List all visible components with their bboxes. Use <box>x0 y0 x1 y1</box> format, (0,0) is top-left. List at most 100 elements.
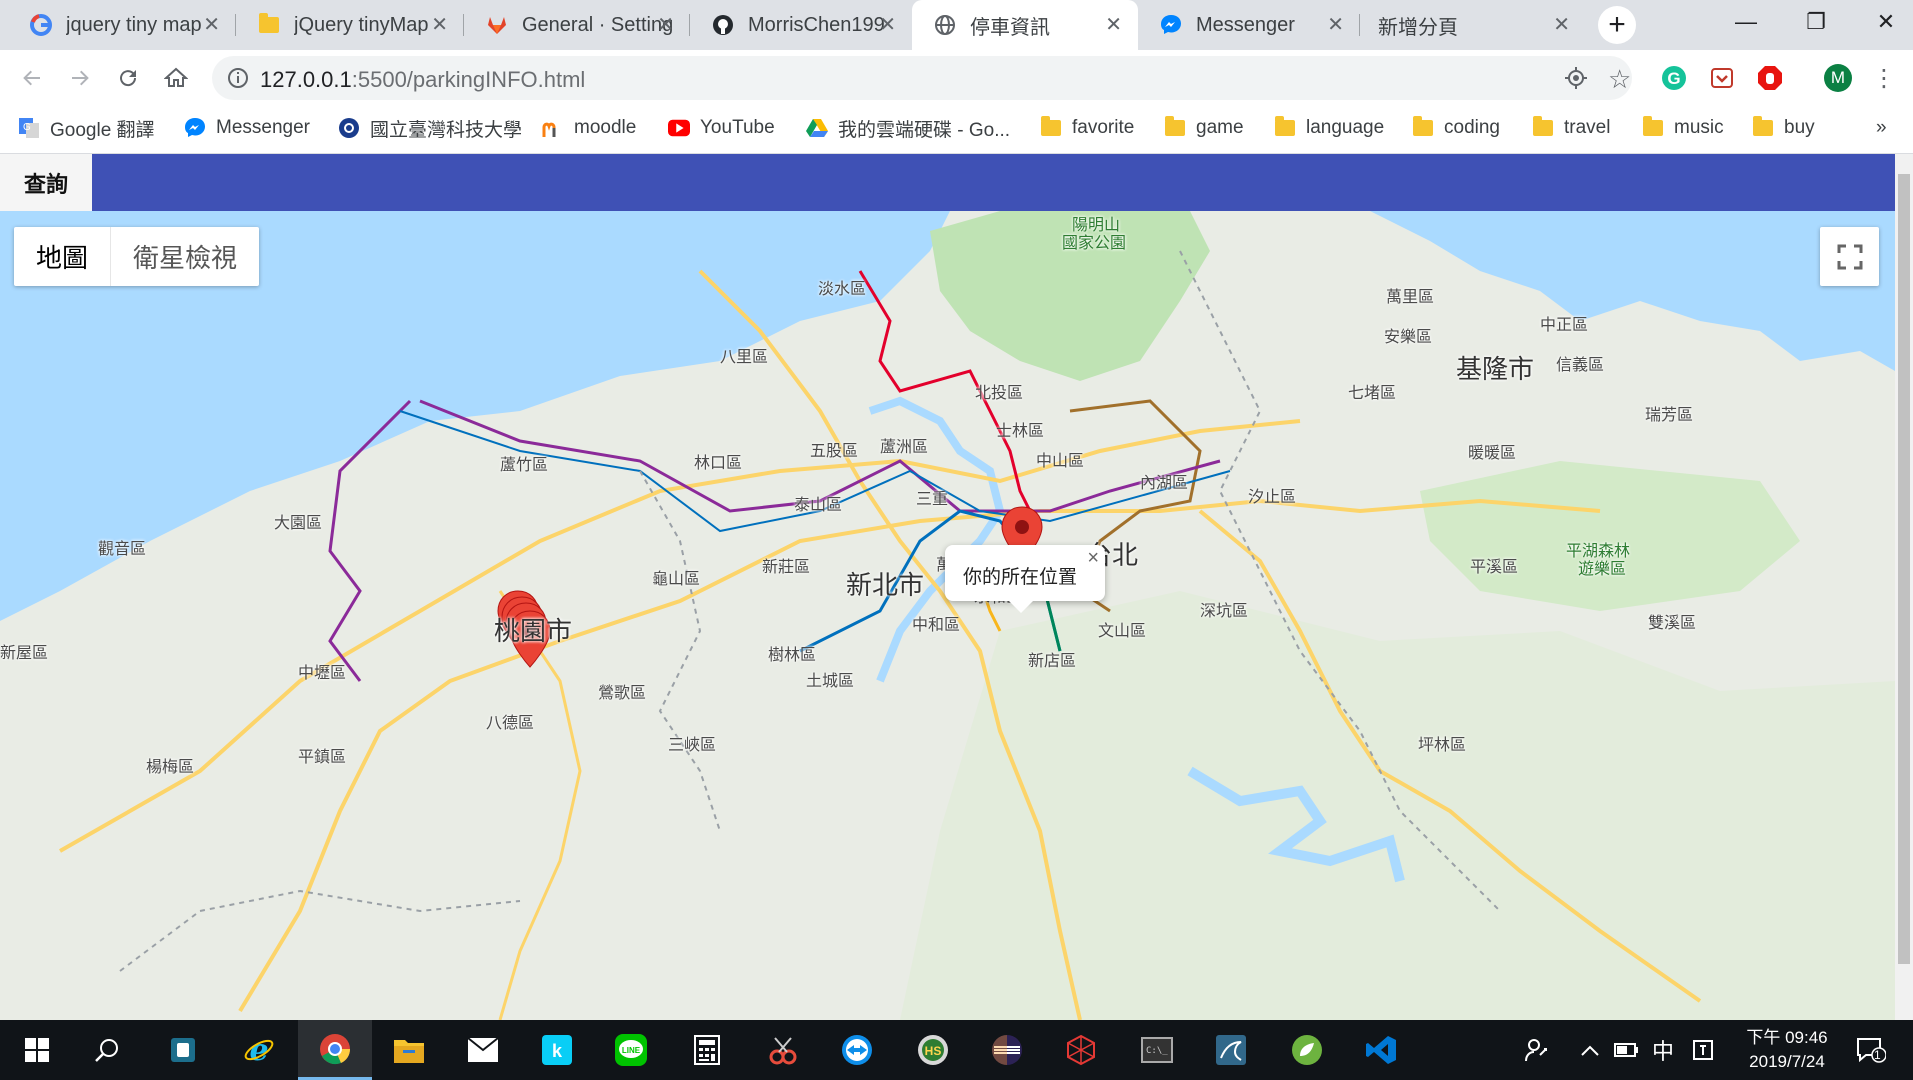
address-bar[interactable]: 127.0.0.1:5500/parkingINFO.html ☆ <box>212 56 1632 100</box>
close-icon[interactable]: × <box>1087 547 1099 570</box>
battery-icon[interactable] <box>1614 1020 1640 1080</box>
eclipse-icon[interactable] <box>970 1020 1044 1080</box>
bookmark-folder-coding[interactable]: coding <box>1412 113 1500 143</box>
calculator-icon[interactable] <box>670 1020 744 1080</box>
map-type-control: 地圖 衛星檢視 <box>14 227 260 286</box>
mysql-icon[interactable] <box>1194 1020 1268 1080</box>
info-icon[interactable] <box>226 66 250 95</box>
ie-icon[interactable]: e <box>222 1020 296 1080</box>
line-icon[interactable]: LINE <box>594 1020 668 1080</box>
restore-button[interactable]: ❐ <box>1786 0 1846 44</box>
tab-gitlab-settings[interactable]: General · Setting ✕ <box>464 0 690 50</box>
page-scrollbar[interactable] <box>1895 154 1913 1020</box>
snipping-icon[interactable] <box>746 1020 820 1080</box>
map-label: 鶯歌區 <box>598 685 647 702</box>
hs-icon[interactable]: HS <box>896 1020 970 1080</box>
bookmark-google-translate[interactable]: G Google 翻譯 <box>18 113 155 143</box>
bookmark-youtube[interactable]: YouTube <box>668 113 775 143</box>
messenger-icon <box>1160 14 1182 36</box>
map-label: 瑞芳區 <box>1645 407 1694 424</box>
bookmark-folder-language[interactable]: language <box>1274 113 1384 143</box>
tab-jquery-tiny-map[interactable]: jquery tiny map ✕ <box>8 0 236 50</box>
map-label: 平溪區 <box>1470 559 1519 576</box>
close-icon[interactable]: ✕ <box>879 13 896 37</box>
map-label: 安樂區 <box>1384 329 1433 346</box>
url-text[interactable]: 127.0.0.1:5500/parkingINFO.html <box>260 67 585 93</box>
tab-jquery-tinymap[interactable]: jQuery tinyMap ✕ <box>236 0 464 50</box>
query-button[interactable]: 查詢 <box>0 154 92 211</box>
spring-icon[interactable] <box>1270 1020 1344 1080</box>
map-label: 五股區 <box>810 443 859 460</box>
ime-indicator[interactable]: 中 <box>1652 1020 1674 1080</box>
map-type-map-button[interactable]: 地圖 <box>14 227 112 286</box>
tab-github[interactable]: MorrisChen199 ✕ <box>690 0 912 50</box>
map-label: 中壢區 <box>298 665 347 682</box>
fullscreen-button[interactable] <box>1820 227 1879 286</box>
file-explorer-icon[interactable] <box>372 1020 446 1080</box>
star-icon[interactable]: ☆ <box>1608 64 1631 95</box>
bookmark-moodle[interactable]: moodle <box>542 113 636 143</box>
tab-parking-info[interactable]: 停車資訊 ✕ <box>912 0 1138 50</box>
back-arrow-icon <box>23 70 40 86</box>
map-label: 八里區 <box>720 349 769 366</box>
notification-count: 1 <box>1874 1048 1881 1062</box>
search-icon[interactable] <box>70 1020 144 1080</box>
home-button[interactable] <box>158 60 194 96</box>
close-icon[interactable]: ✕ <box>1105 13 1122 37</box>
chevron-up-icon[interactable] <box>1580 1020 1600 1080</box>
grammarly-extension[interactable]: G <box>1658 62 1690 94</box>
map-label: 大園區 <box>274 515 323 532</box>
back-button[interactable] <box>14 60 50 96</box>
bookmark-folder-game[interactable]: game <box>1164 113 1244 143</box>
cmd-icon[interactable]: C:\_ <box>1120 1020 1194 1080</box>
scrollbar-thumb[interactable] <box>1898 174 1910 964</box>
reload-button[interactable] <box>110 60 146 96</box>
vscode-icon[interactable] <box>1344 1020 1418 1080</box>
map-type-satellite-button[interactable]: 衛星檢視 <box>111 227 259 286</box>
new-tab-button[interactable]: + <box>1598 6 1636 44</box>
bookmark-folder-travel[interactable]: travel <box>1532 113 1610 143</box>
bookmark-google-drive[interactable]: 我的雲端硬碟 - Go... <box>806 113 1010 143</box>
bookmark-folder-buy[interactable]: buy <box>1752 113 1815 143</box>
bookmarks-overflow-button[interactable]: » <box>1876 113 1887 143</box>
notifications-button[interactable]: 1 <box>1856 1020 1886 1080</box>
map-label: 士林區 <box>996 423 1045 440</box>
tab-messenger[interactable]: Messenger ✕ <box>1138 0 1360 50</box>
close-window-button[interactable]: ✕ <box>1856 0 1913 44</box>
pocket-extension[interactable] <box>1706 62 1738 94</box>
network-icon[interactable] <box>1044 1020 1118 1080</box>
close-icon[interactable]: ✕ <box>431 13 448 37</box>
minimize-button[interactable]: — <box>1716 0 1776 44</box>
ime-mode-icon[interactable] <box>1692 1020 1714 1080</box>
adblock-icon <box>1758 66 1782 90</box>
adblock-extension[interactable] <box>1754 62 1786 94</box>
windows-start-icon[interactable] <box>0 1020 74 1080</box>
bookmark-folder-music[interactable]: music <box>1642 113 1724 143</box>
close-icon[interactable]: ✕ <box>203 13 220 37</box>
mail-icon[interactable] <box>446 1020 520 1080</box>
profile-avatar[interactable]: M <box>1822 62 1854 94</box>
map-label: 蘆洲區 <box>880 439 929 456</box>
google-map[interactable]: 陽明山 國家公園 淡水區 萬里區 八里區 安樂區 中正區 基隆市 信義區 北投區… <box>0 211 1895 1020</box>
bookmark-folder-favorite[interactable]: favorite <box>1040 113 1134 143</box>
location-icon[interactable] <box>1564 66 1588 95</box>
bookmark-ntust[interactable]: 國立臺灣科技大學 <box>338 113 522 143</box>
store-icon[interactable] <box>146 1020 220 1080</box>
people-icon[interactable] <box>1524 1020 1550 1080</box>
teamviewer-icon[interactable] <box>820 1020 894 1080</box>
windows-taskbar: e k LINE HS C:\_ 中 下午 09:46 2019/7/24 1 <box>0 1020 1913 1080</box>
chrome-icon[interactable] <box>298 1020 372 1080</box>
map-label: 蘆竹區 <box>500 457 549 474</box>
map-label: 深坑區 <box>1200 603 1249 620</box>
bookmark-label: music <box>1674 117 1724 138</box>
kkbox-icon[interactable]: k <box>520 1020 594 1080</box>
bookmark-label: moodle <box>574 117 637 138</box>
close-icon[interactable]: ✕ <box>1327 13 1344 37</box>
chrome-menu-button[interactable]: ⋮ <box>1872 62 1896 94</box>
taskbar-clock[interactable]: 下午 09:46 2019/7/24 <box>1728 1026 1846 1074</box>
close-icon[interactable]: ✕ <box>1553 13 1570 37</box>
tab-new-tab[interactable]: 新增分頁 ✕ <box>1360 0 1586 50</box>
close-icon[interactable]: ✕ <box>657 13 674 37</box>
bookmark-messenger[interactable]: Messenger <box>184 113 310 143</box>
forward-button[interactable] <box>62 60 98 96</box>
